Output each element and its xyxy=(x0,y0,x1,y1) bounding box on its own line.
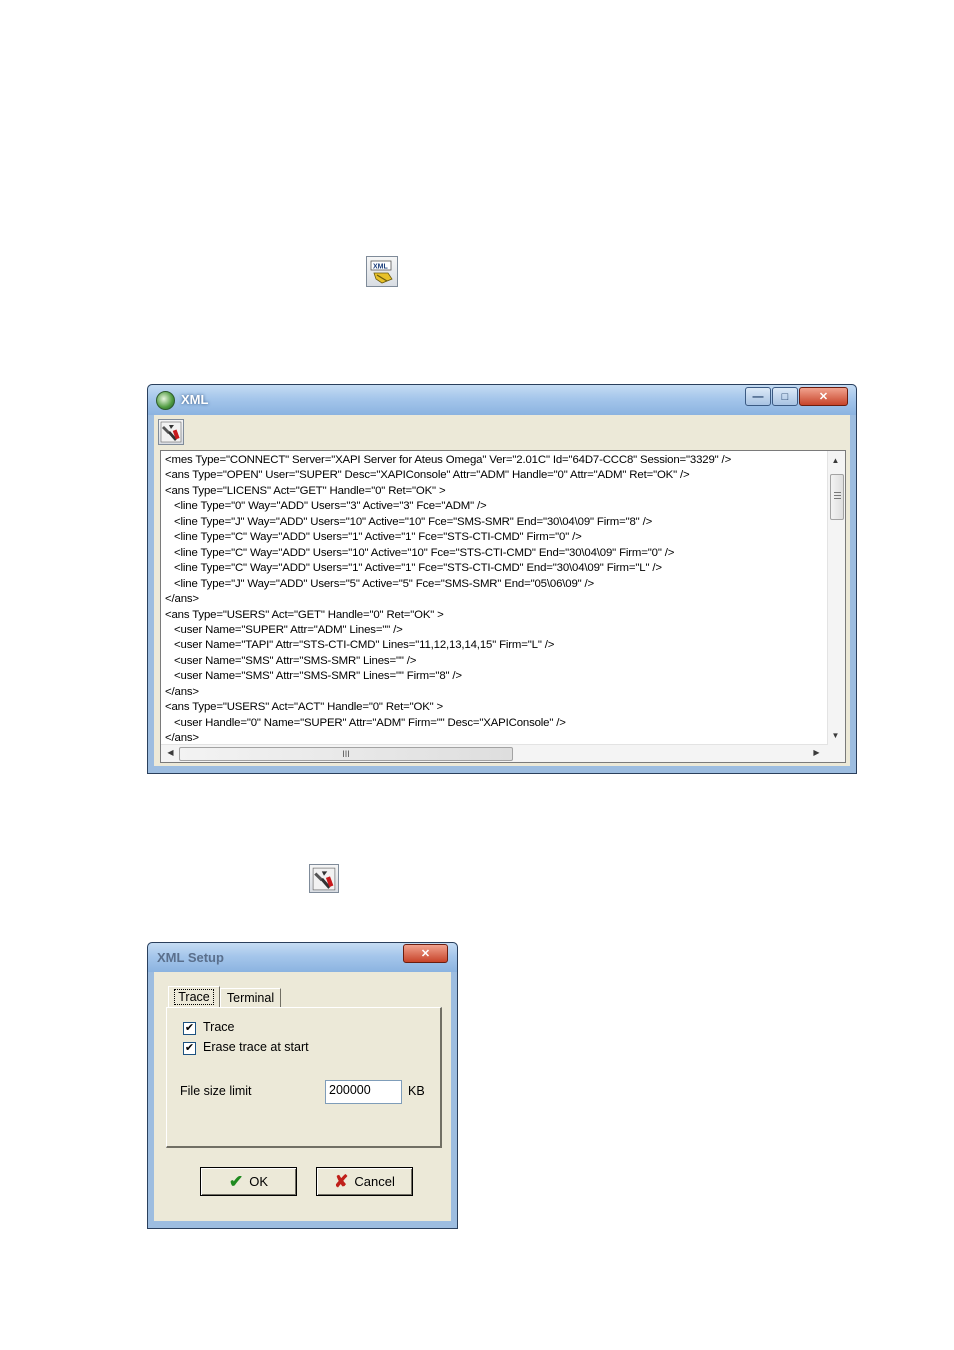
horizontal-scrollbar[interactable]: ◀ III ▶ xyxy=(161,744,828,762)
svg-text:XML: XML xyxy=(373,263,389,270)
trace-checkbox[interactable]: ✔ xyxy=(183,1022,196,1035)
scroll-right-arrow-icon[interactable]: ▶ xyxy=(809,745,824,760)
xml-trace-line: <user Handle="0" Name="SUPER" Attr="ADM"… xyxy=(165,716,566,729)
xml-trace-line: </ans> xyxy=(165,593,199,606)
xml-trace-line: <ans Type="OPEN" User="SUPER" Desc="XAPI… xyxy=(165,469,690,482)
xml-trace-line: <user Name="TAPI" Attr="STS-CTI-CMD" Lin… xyxy=(165,639,555,652)
tab-trace[interactable]: Trace xyxy=(168,986,220,1007)
xml-trace-line: </ans> xyxy=(165,732,199,745)
xml-toolbar xyxy=(154,415,850,449)
trace-checkbox-label[interactable]: Trace xyxy=(203,1020,235,1034)
trace-check-mark: ✔ xyxy=(184,1022,195,1034)
file-size-unit: KB xyxy=(408,1084,425,1098)
xml-trace-line: <line Type="C" Way="ADD" Users="1" Activ… xyxy=(165,531,582,544)
xml-icon: XML xyxy=(366,256,398,287)
xml-trace-line: <line Type="C" Way="ADD" Users="1" Activ… xyxy=(165,562,662,575)
tab-terminal[interactable]: Terminal xyxy=(220,988,281,1007)
xml-setup-titlebar[interactable]: XML Setup ✕ xyxy=(148,943,457,972)
tab-trace-label: Trace xyxy=(174,989,214,1005)
file-size-label: File size limit xyxy=(180,1084,252,1098)
xml-window-title: XML xyxy=(181,392,209,407)
xml-setup-title: XML Setup xyxy=(157,950,224,965)
xml-trace-line: </ans> xyxy=(165,685,199,698)
horizontal-scroll-grip: III xyxy=(342,749,350,759)
xml-setup-client: Trace Terminal ✔ Trace ✔ Erase trace at … xyxy=(154,972,451,1221)
ok-button-label: OK xyxy=(249,1174,269,1189)
ok-button[interactable]: ✔ OK xyxy=(200,1167,297,1196)
xml-trace-line: <ans Type="USERS" Act="GET" Handle="0" R… xyxy=(165,608,444,621)
scroll-up-arrow-icon[interactable]: ▲ xyxy=(828,453,843,468)
xml-trace-line: <line Type="J" Way="ADD" Users="5" Activ… xyxy=(165,577,595,590)
xml-window-titlebar[interactable]: XML — □ ✕ xyxy=(148,385,856,415)
tab-terminal-label: Terminal xyxy=(226,991,275,1005)
minimize-button[interactable]: — xyxy=(745,387,771,406)
xml-trace-line: <user Name="SUPER" Attr="ADM" Lines="" /… xyxy=(165,623,403,636)
erase-trace-checkbox[interactable]: ✔ xyxy=(183,1042,196,1055)
vertical-scrollbar[interactable]: ▲ ▼ xyxy=(827,451,845,745)
xml-trace-line: <mes Type="CONNECT" Server="XAPI Server … xyxy=(165,454,732,466)
xml-trace-line: <user Name="SMS" Attr="SMS-SMR" Lines=""… xyxy=(165,670,462,683)
xml-setup-dialog: XML Setup ✕ Trace Terminal ✔ Trace ✔ Era… xyxy=(147,942,458,1229)
tools-icon[interactable] xyxy=(158,419,184,445)
cancel-button[interactable]: ✘ Cancel xyxy=(316,1167,413,1196)
xml-trace-line: <user Name="SMS" Attr="SMS-SMR" Lines=""… xyxy=(165,654,417,667)
app-icon xyxy=(156,391,175,410)
scroll-down-arrow-icon[interactable]: ▼ xyxy=(828,728,843,743)
xml-trace-textarea[interactable]: <mes Type="CONNECT" Server="XAPI Server … xyxy=(160,450,846,763)
xml-trace-line: <line Type="C" Way="ADD" Users="10" Acti… xyxy=(165,546,675,559)
close-button[interactable]: ✕ xyxy=(403,944,448,963)
check-icon: ✔ xyxy=(228,1171,244,1191)
cancel-button-label: Cancel xyxy=(354,1174,395,1189)
maximize-button[interactable]: □ xyxy=(772,387,798,406)
erase-trace-checkbox-label[interactable]: Erase trace at start xyxy=(203,1040,309,1054)
xml-trace-line: <line Type="J" Way="ADD" Users="10" Acti… xyxy=(165,515,653,528)
scroll-left-arrow-icon[interactable]: ◀ xyxy=(163,745,178,760)
tools-icon xyxy=(309,864,339,893)
file-size-input[interactable]: 200000 xyxy=(325,1080,402,1104)
xml-window-client: <mes Type="CONNECT" Server="XAPI Server … xyxy=(154,415,850,766)
xml-trace-lines: <mes Type="CONNECT" Server="XAPI Server … xyxy=(165,453,825,745)
close-button[interactable]: ✕ xyxy=(799,387,848,406)
vertical-scroll-thumb[interactable] xyxy=(830,474,844,520)
horizontal-scroll-thumb[interactable]: III xyxy=(179,747,513,761)
erase-check-mark: ✔ xyxy=(184,1042,195,1054)
xml-trace-line: <ans Type="USERS" Act="ACT" Handle="0" R… xyxy=(165,701,444,714)
xml-trace-line: <ans Type="LICENS" Act="GET" Handle="0" … xyxy=(165,484,446,497)
xml-window: XML — □ ✕ <mes Type="CONNECT" Server="XA… xyxy=(147,384,857,774)
trace-tab-panel: ✔ Trace ✔ Erase trace at start File size… xyxy=(166,1007,442,1148)
xml-trace-line: <line Type="0" Way="ADD" Users="3" Activ… xyxy=(165,500,487,513)
size-grip-icon[interactable] xyxy=(828,745,845,762)
cancel-x-icon: ✘ xyxy=(334,1171,349,1191)
